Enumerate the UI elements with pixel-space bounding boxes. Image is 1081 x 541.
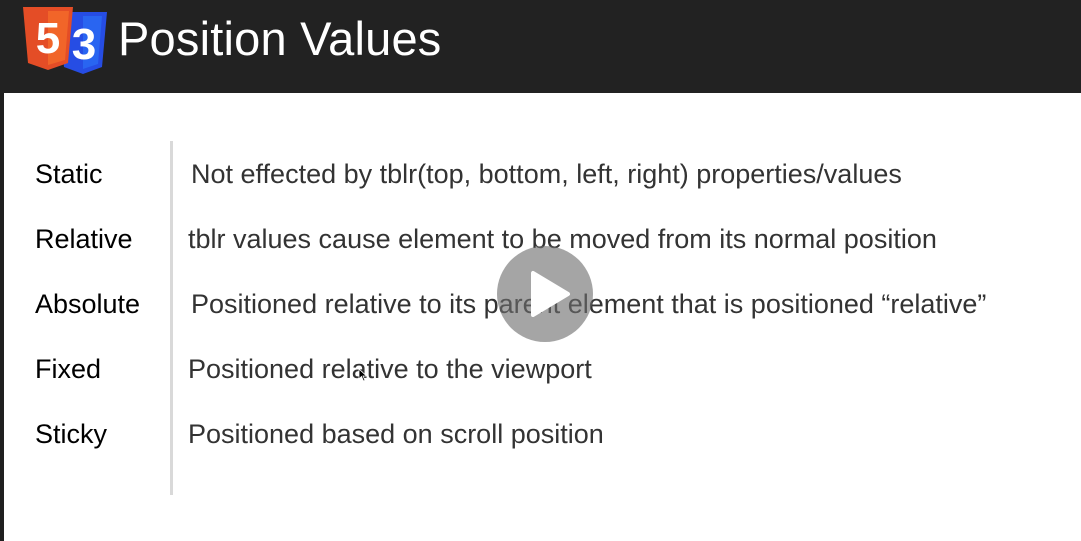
- desc-fixed: Positioned relative to the viewport: [188, 354, 592, 384]
- desc-sticky: Positioned based on scroll position: [188, 419, 604, 449]
- play-icon: [531, 271, 570, 317]
- video-play-button[interactable]: [497, 246, 593, 342]
- html5-glyph: 5: [36, 14, 60, 63]
- desc-static: Not effected by tblr(top, bottom, left, …: [191, 159, 902, 189]
- slide-header: 3 5 Position Values: [0, 0, 1081, 93]
- term-sticky: Sticky: [35, 419, 108, 449]
- page-title: Position Values: [118, 12, 442, 65]
- css3-glyph: 3: [72, 20, 96, 69]
- term-fixed: Fixed: [35, 354, 102, 384]
- slide-frame: 3 5 Position Values Static Not effected …: [0, 0, 1081, 541]
- term-absolute: Absolute: [35, 289, 141, 319]
- term-relative: Relative: [35, 224, 133, 254]
- left-edge: [0, 93, 4, 541]
- column-divider: [170, 141, 173, 495]
- html5-css3-logo-icon: 3 5: [23, 7, 107, 74]
- html5-icon: 5: [23, 7, 73, 70]
- mouse-cursor-icon: [358, 368, 368, 382]
- term-static: Static: [35, 159, 103, 189]
